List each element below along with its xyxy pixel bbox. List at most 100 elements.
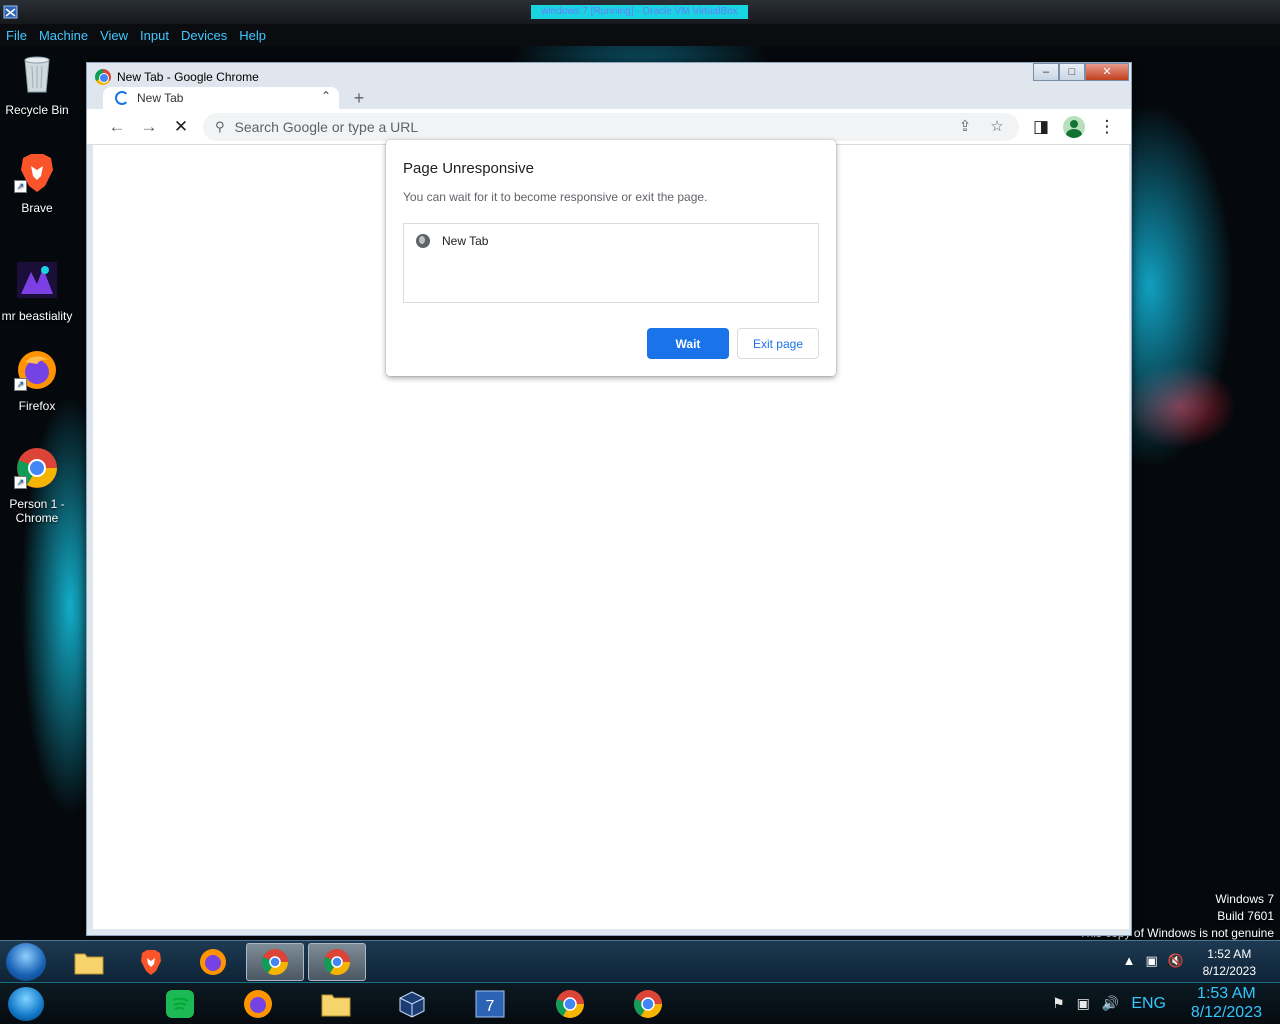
exit-page-button[interactable]: Exit page — [737, 328, 819, 359]
desktop-icon-chrome-person1[interactable]: ↗ Person 1 - Chrome — [0, 446, 74, 525]
shortcut-arrow-icon: ↗ — [14, 378, 27, 391]
wait-button[interactable]: Wait — [647, 328, 729, 359]
window-title: New Tab - Google Chrome — [117, 70, 259, 84]
stop-loading-button[interactable]: ✕ — [169, 115, 193, 139]
desktop-icon-brave[interactable]: ↗ Brave — [0, 150, 74, 215]
omnibox[interactable]: ⚲ ⇪ ☆ — [203, 113, 1019, 141]
menu-view[interactable]: View — [100, 28, 128, 43]
desktop-icon-recycle-bin[interactable]: Recycle Bin — [0, 52, 74, 117]
loading-spinner-icon — [115, 91, 129, 105]
menu-help[interactable]: Help — [239, 28, 266, 43]
new-tab-button[interactable]: + — [349, 88, 369, 108]
clock-date: 8/12/2023 — [1190, 1004, 1262, 1021]
window-titlebar: New Tab - Google Chrome — [95, 67, 259, 87]
more-menu-button[interactable]: ⋮ — [1095, 115, 1119, 139]
forward-button[interactable]: → — [137, 115, 161, 139]
chrome-icon — [634, 990, 662, 1018]
language-indicator[interactable]: ENG — [1131, 995, 1166, 1013]
image-file-icon — [17, 262, 57, 298]
menu-file[interactable]: File — [6, 28, 27, 43]
desktop-icon-label: Brave — [21, 201, 53, 215]
desktop-icon-label: Firefox — [18, 399, 56, 413]
share-icon[interactable]: ⇪ — [953, 115, 977, 139]
search-icon: ⚲ — [215, 119, 225, 134]
unresponsive-pages-list: New Tab — [403, 223, 819, 303]
flag-icon[interactable]: ⚑ — [1052, 995, 1065, 1013]
host-app-virtualbox[interactable] — [396, 988, 428, 1020]
globe-icon — [416, 234, 430, 248]
taskbar-chrome-active[interactable] — [308, 943, 366, 981]
vbox-window-title: windows 7 [Running] - Oracle VM VirtualB… — [531, 5, 748, 19]
host-start-button[interactable] — [8, 987, 44, 1021]
virtualbox-logo-icon — [3, 5, 18, 19]
list-item-label: New Tab — [442, 234, 489, 248]
chrome-icon — [556, 990, 584, 1018]
host-app-chrome-profile[interactable] — [632, 988, 664, 1020]
volume-icon[interactable]: 🔊 — [1102, 995, 1119, 1013]
chrome-icon — [95, 69, 111, 85]
guest-tray: ▲ ▣ 🔇 — [1123, 953, 1184, 969]
vbox-titlebar: windows 7 [Running] - Oracle VM VirtualB… — [0, 0, 1280, 24]
desktop-icon-label: Recycle Bin — [5, 103, 69, 117]
page-unresponsive-dialog: Page Unresponsive You can wait for it to… — [386, 140, 836, 376]
address-input[interactable] — [234, 119, 935, 135]
host-app-spotify[interactable] — [164, 988, 196, 1020]
host-app-file-explorer[interactable] — [320, 988, 352, 1020]
guest-clock[interactable]: 1:52 AM 8/12/2023 — [1203, 946, 1256, 980]
desktop-icon-firefox[interactable]: ↗ Firefox — [0, 348, 74, 413]
menu-input[interactable]: Input — [140, 28, 169, 43]
desktop-icon-image[interactable]: mr beastiality — [0, 258, 74, 323]
dialog-title: Page Unresponsive — [403, 160, 534, 177]
clock-time: 1:53 AM — [1197, 985, 1256, 1002]
taskbar-chrome-profile[interactable] — [246, 943, 304, 981]
clock-date: 8/12/2023 — [1202, 964, 1256, 978]
window-controls: – □ ✕ — [1033, 63, 1129, 81]
folder-icon — [321, 994, 351, 1017]
menu-machine[interactable]: Machine — [39, 28, 88, 43]
guest-taskbar: ▲ ▣ 🔇 1:52 AM 8/12/2023 — [0, 940, 1280, 982]
vbox-menubar: File Machine View Input Devices Help — [0, 24, 1280, 46]
brave-icon — [141, 950, 161, 975]
host-app-windows7-vm[interactable]: 7 — [474, 988, 506, 1020]
list-item: New Tab — [416, 234, 488, 248]
start-button[interactable] — [6, 943, 46, 981]
firefox-icon — [200, 949, 226, 975]
back-button[interactable]: ← — [105, 115, 129, 139]
tab-label: New Tab — [137, 91, 184, 105]
taskbar-firefox[interactable] — [184, 943, 242, 981]
desktop-icon-label: mr beastiality — [1, 309, 73, 323]
host-app-chrome[interactable] — [554, 988, 586, 1020]
tab-new-tab[interactable]: New Tab ⌃ — [103, 87, 339, 109]
host-taskbar: 7 ⚑ ▣ 🔊 ENG 1:53 AM 8/12/2023 — [0, 982, 1280, 1024]
network-icon[interactable]: ▣ — [1077, 995, 1090, 1013]
tab-strip: New Tab ⌃ + — [87, 87, 1131, 109]
host-app-firefox[interactable] — [242, 988, 274, 1020]
side-panel-button[interactable]: ◨ — [1029, 115, 1053, 139]
bookmark-star-icon[interactable]: ☆ — [985, 115, 1009, 139]
shortcut-arrow-icon: ↗ — [14, 476, 27, 489]
folder-icon — [74, 953, 104, 975]
profile-avatar[interactable] — [1063, 116, 1085, 138]
menu-devices[interactable]: Devices — [181, 28, 227, 43]
show-hidden-icons-icon[interactable]: ▲ — [1123, 953, 1136, 969]
minimize-button[interactable]: – — [1033, 63, 1059, 81]
volume-muted-icon[interactable]: 🔇 — [1168, 953, 1184, 969]
host-tray: ⚑ ▣ 🔊 ENG — [1052, 995, 1166, 1013]
close-button[interactable]: ✕ — [1085, 63, 1129, 81]
firefox-icon — [244, 990, 272, 1018]
spotify-icon — [166, 990, 194, 1018]
chevron-up-icon[interactable]: ⌃ — [321, 89, 331, 103]
chrome-icon — [323, 949, 351, 976]
network-icon[interactable]: ▣ — [1146, 953, 1158, 969]
taskbar-brave[interactable] — [122, 943, 180, 981]
shortcut-arrow-icon: ↗ — [14, 180, 27, 193]
recycle-bin-icon — [24, 56, 50, 93]
maximize-button[interactable]: □ — [1059, 63, 1085, 81]
taskbar-explorer[interactable] — [60, 943, 118, 981]
virtualbox-icon — [399, 991, 425, 1018]
dialog-message: You can wait for it to become responsive… — [403, 190, 708, 204]
desktop-icon-label: Person 1 - Chrome — [9, 497, 65, 525]
clock-time: 1:52 AM — [1207, 947, 1252, 961]
host-clock[interactable]: 1:53 AM 8/12/2023 — [1191, 984, 1262, 1022]
windows-7-vm-icon: 7 — [475, 990, 505, 1018]
